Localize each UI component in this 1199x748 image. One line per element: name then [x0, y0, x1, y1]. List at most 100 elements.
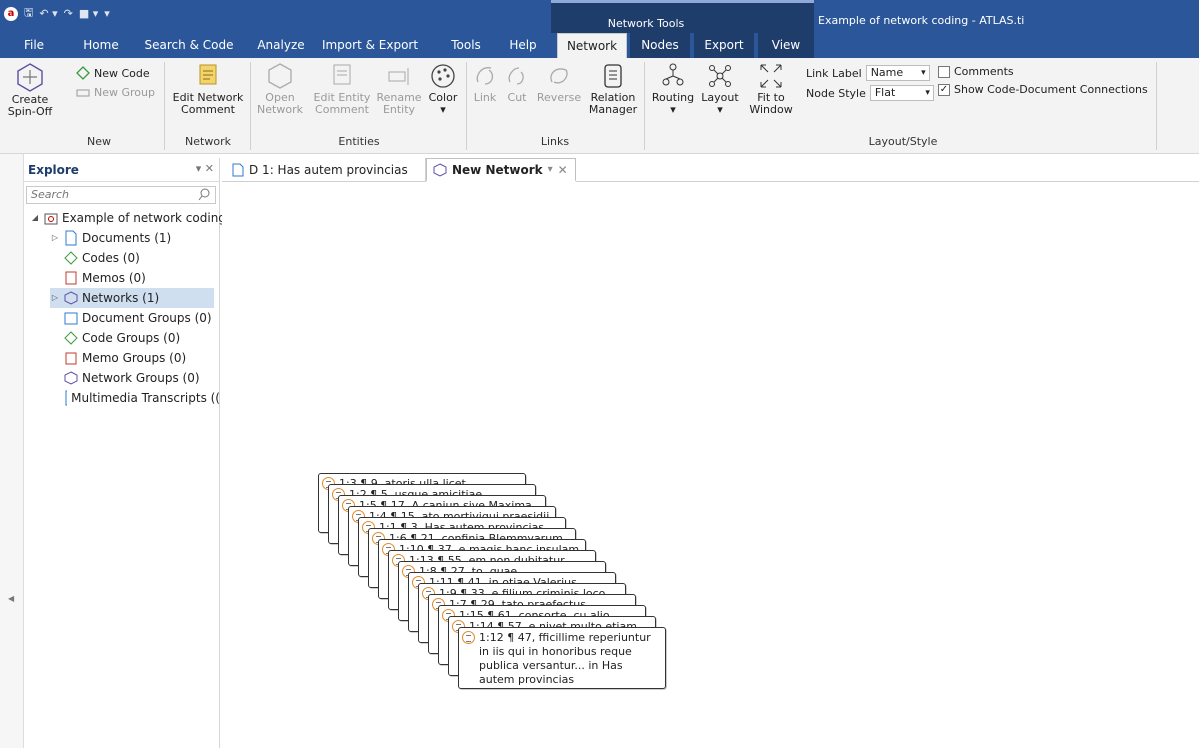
save-icon[interactable]: 🖫 — [24, 4, 33, 23]
tab-tools[interactable]: Tools — [442, 33, 490, 58]
tree-item-networks[interactable]: ▷ Networks (1) — [50, 288, 214, 308]
node-style-caption: Node Style — [806, 86, 866, 100]
comments-checkbox-row[interactable]: Comments — [938, 65, 1014, 78]
window-title: Example of network coding - ATLAS.ti — [818, 14, 1025, 27]
code-diamond-icon — [64, 251, 78, 265]
document-tabs: D 1: Has autem provincias New Network ▾ … — [222, 158, 1199, 182]
close-icon[interactable]: ✕ — [205, 162, 214, 175]
color-button[interactable]: Color ▾ — [424, 62, 462, 116]
tab-view[interactable]: View — [758, 33, 814, 58]
spinoff-icon — [17, 63, 43, 92]
rename-entity-label: Rename Entity — [376, 91, 422, 116]
comments-checkbox[interactable] — [938, 65, 950, 78]
context-group-label: Network Tools — [607, 17, 685, 30]
redo-icon[interactable]: ↷ — [64, 7, 73, 20]
cut-button[interactable]: Cut — [502, 62, 532, 104]
relation-manager-button[interactable]: Relation Manager — [586, 62, 640, 116]
reverse-link-icon — [550, 68, 568, 84]
link-label-select[interactable]: Name ▾ — [865, 65, 930, 81]
tab-network[interactable]: Network — [557, 33, 627, 58]
tree-item-network-groups[interactable]: Network Groups (0) — [64, 368, 200, 388]
tree-item-document-groups[interactable]: Document Groups (0) — [64, 308, 212, 328]
tab-new-network[interactable]: New Network ▾ ✕ — [426, 158, 576, 182]
fit-window-icon — [760, 64, 782, 88]
collapsed-triangle-icon[interactable]: ▷ — [50, 288, 60, 308]
tree-item-code-groups[interactable]: Code Groups (0) — [64, 328, 180, 348]
node-style-select[interactable]: Flat ▾ — [869, 85, 934, 101]
new-group-button[interactable]: New Group — [76, 86, 155, 99]
pane-controls: ▾ ✕ — [196, 162, 214, 175]
quotation-node[interactable]: 1:12 ¶ 47, fficillime reperiuntur in iis… — [458, 627, 666, 689]
tab-search-code[interactable]: Search & Code — [142, 33, 236, 58]
routing-button[interactable]: Routing ▾ — [648, 62, 698, 116]
layout-button[interactable]: Layout ▾ — [700, 62, 740, 116]
tree-item-label: Memo Groups (0) — [82, 351, 187, 365]
new-code-button[interactable]: New Code — [76, 66, 150, 80]
link-label: Link — [473, 91, 497, 104]
open-network-icon — [268, 63, 292, 89]
tab-nodes[interactable]: Nodes — [630, 33, 690, 58]
close-icon[interactable]: ✕ — [558, 159, 568, 181]
edit-entity-comment-button[interactable]: Edit Entity Comment — [312, 62, 372, 116]
quotation-text: 1:12 ¶ 47, fficillime reperiuntur in iis… — [479, 631, 651, 686]
tree-item-label: Multimedia Transcripts (( — [71, 391, 220, 405]
show-code-doc-checkbox-row[interactable]: ✓ Show Code-Document Connections — [938, 83, 1148, 96]
expanded-triangle-icon[interactable]: ◢ — [30, 208, 40, 228]
tree-item-label: Codes (0) — [82, 251, 140, 265]
tab-help[interactable]: Help — [500, 33, 546, 58]
tree-item-codes[interactable]: Codes (0) — [64, 248, 140, 268]
separator — [644, 62, 645, 150]
show-code-doc-label: Show Code-Document Connections — [954, 83, 1148, 96]
reverse-button[interactable]: Reverse — [534, 62, 584, 104]
edit-network-comment-button[interactable]: Edit Network Comment — [170, 62, 246, 116]
open-network-button[interactable]: Open Network — [254, 62, 306, 116]
link-label-row: Link Label Name ▾ — [806, 65, 930, 81]
create-spinoff-button[interactable]: Create Spin-Off — [4, 62, 56, 118]
search-placeholder: Search — [31, 188, 70, 201]
separator — [164, 62, 165, 150]
tab-analyze[interactable]: Analyze — [250, 33, 312, 58]
separator — [250, 62, 251, 150]
ribbon-tabs: File Home Search & Code Analyze Import &… — [0, 33, 1199, 58]
customize-qat-icon[interactable]: ▾ — [104, 7, 110, 20]
node-style-row: Node Style Flat ▾ — [806, 85, 934, 101]
show-code-doc-checkbox[interactable]: ✓ — [938, 83, 950, 96]
undo-icon[interactable]: ↶ ▾ — [39, 7, 57, 20]
tree-item-memo-groups[interactable]: Memo Groups (0) — [64, 348, 186, 368]
search-icon[interactable] — [198, 188, 210, 202]
tab-document-d1[interactable]: D 1: Has autem provincias — [226, 158, 426, 182]
atlas-logo-icon[interactable]: a — [4, 6, 18, 21]
tree-item-documents[interactable]: ▷ Documents (1) — [50, 228, 171, 248]
tab-export[interactable]: Export — [694, 33, 754, 58]
collapsed-triangle-icon[interactable]: ▷ — [50, 228, 60, 248]
comment-note-icon — [199, 64, 217, 85]
pane-menu-icon[interactable]: ▾ — [196, 162, 202, 175]
fit-to-window-button[interactable]: Fit to Window — [746, 62, 796, 116]
tree-item-label: Documents (1) — [82, 231, 172, 245]
rename-entity-button[interactable]: Rename Entity — [374, 62, 424, 116]
tab-menu-icon[interactable]: ▾ — [548, 159, 553, 181]
network-canvas[interactable]: 1:3 ¶ 9, atoris ulla licet subdidicii in… — [222, 183, 1199, 748]
tree-item-label: Memos (0) — [82, 271, 146, 285]
tree-item-memos[interactable]: Memos (0) — [64, 268, 146, 288]
tab-file[interactable]: File — [14, 33, 54, 58]
expand-pane-icon[interactable]: ◀ — [8, 594, 14, 603]
document-icon — [65, 230, 77, 246]
tree-root[interactable]: ◢ Example of network coding — [30, 208, 226, 228]
tab-import-export[interactable]: Import & Export — [314, 33, 426, 58]
tree-item-multimedia-transcripts[interactable]: Multimedia Transcripts (( — [64, 388, 220, 408]
view-icon[interactable]: ■ ▾ — [79, 7, 98, 20]
relation-manager-label: Relation Manager — [588, 91, 638, 116]
memo-icon — [65, 271, 77, 285]
tab-home[interactable]: Home — [76, 33, 126, 58]
collapsed-pane-rail: ◀ — [0, 154, 24, 748]
edit-network-comment-label: Edit Network Comment — [172, 91, 244, 116]
tree-item-label: Network Groups (0) — [82, 371, 200, 385]
dropdown-arrow-icon: ▾ — [670, 103, 676, 116]
ribbon: Create Spin-Off New Code New Group New E… — [0, 58, 1199, 154]
search-input[interactable]: Search — [26, 186, 216, 204]
entity-comment-icon — [333, 64, 351, 85]
link-button[interactable]: Link — [470, 62, 500, 104]
network-icon — [64, 291, 78, 305]
group-label-network: Network — [185, 135, 231, 148]
